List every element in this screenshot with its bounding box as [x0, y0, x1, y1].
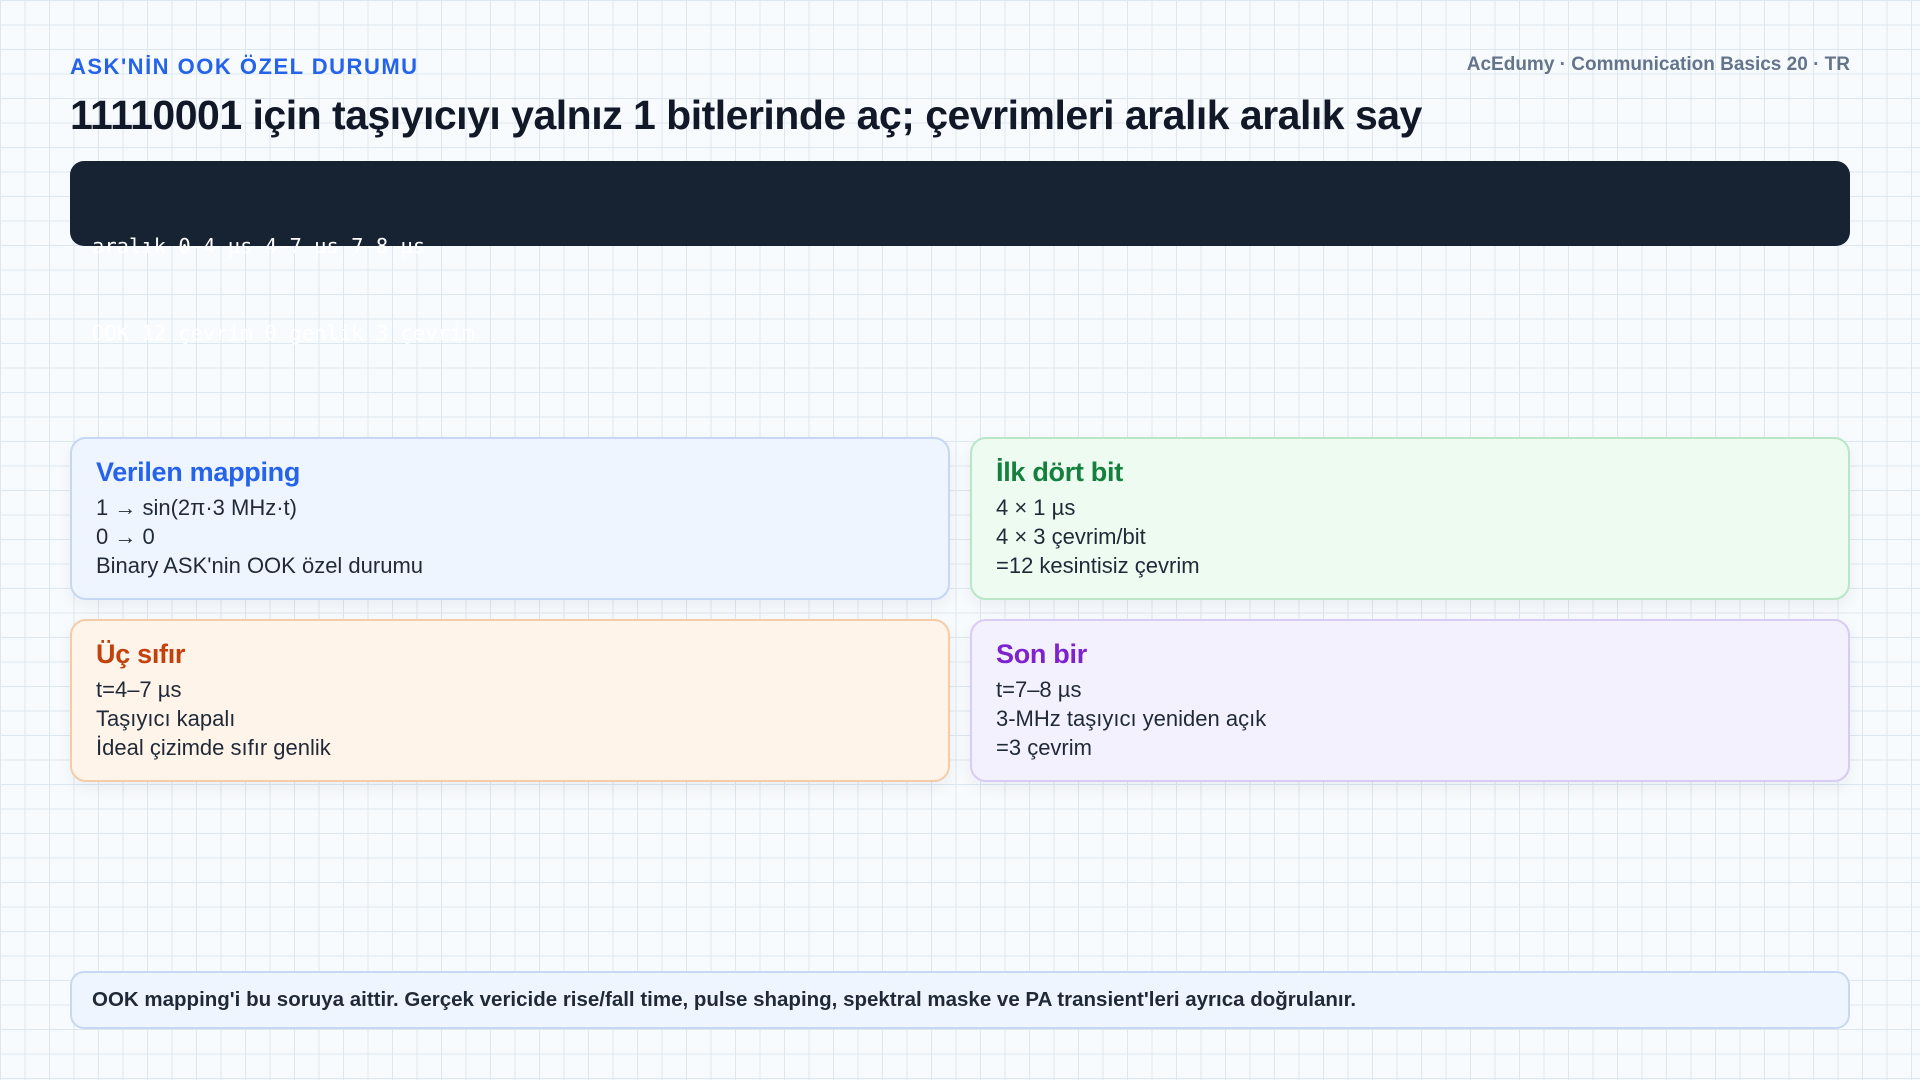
card-first-four-bits: İlk dört bit 4 × 1 µs 4 × 3 çevrim/bit =… — [970, 437, 1850, 600]
page-title: 11110001 için taşıyıcıyı yalnız 1 bitler… — [70, 92, 1422, 138]
card-last-one: Son bir t=7–8 µs 3-MHz taşıyıcı yeniden … — [970, 619, 1850, 782]
card-line: 0 → 0 — [96, 524, 155, 549]
card-line: 4 × 3 çevrim/bit — [996, 524, 1146, 549]
card-given-mapping: Verilen mapping 1 → sin(2π·3 MHz·t) 0 → … — [70, 437, 950, 600]
card-line: 1 → sin(2π·3 MHz·t) — [96, 495, 297, 520]
card-line: t=4–7 µs — [96, 677, 182, 702]
card-line: İdeal çizimde sıfır genlik — [96, 735, 331, 760]
card-title: Son bir — [996, 639, 1087, 669]
code-line: OOK 12 çevrim 0 genlik 3 çevrim — [92, 321, 475, 345]
card-line: Binary ASK'nin OOK özel durumu — [96, 553, 424, 578]
card-line: =3 çevrim — [996, 735, 1092, 760]
brand-label: AcEdumy · Communication Basics 20 · TR — [1466, 54, 1850, 75]
card-line: 4 × 1 µs — [996, 495, 1076, 520]
card-title: Verilen mapping — [96, 457, 301, 487]
card-line: =12 kesintisiz çevrim — [996, 553, 1200, 578]
card-three-zeros: Üç sıfır t=4–7 µs Taşıyıcı kapalı İdeal … — [70, 619, 950, 782]
code-panel: aralık 0–4 µs 4–7 µs 7–8 µs OOK 12 çevri… — [70, 161, 1850, 345]
card-title: İlk dört bit — [996, 457, 1123, 487]
code-line: aralık 0–4 µs 4–7 µs 7–8 µs — [92, 234, 426, 258]
footer-note: OOK mapping'i bu soruya aittir. Gerçek v… — [70, 971, 1850, 1029]
card-title: Üç sıfır — [96, 639, 186, 669]
card-line: 3-MHz taşıyıcı yeniden açık — [996, 706, 1267, 731]
card-line: t=7–8 µs — [996, 677, 1082, 702]
eyebrow-label: ASK'NİN OOK ÖZEL DURUMU — [70, 54, 419, 79]
card-line: Taşıyıcı kapalı — [96, 706, 236, 731]
